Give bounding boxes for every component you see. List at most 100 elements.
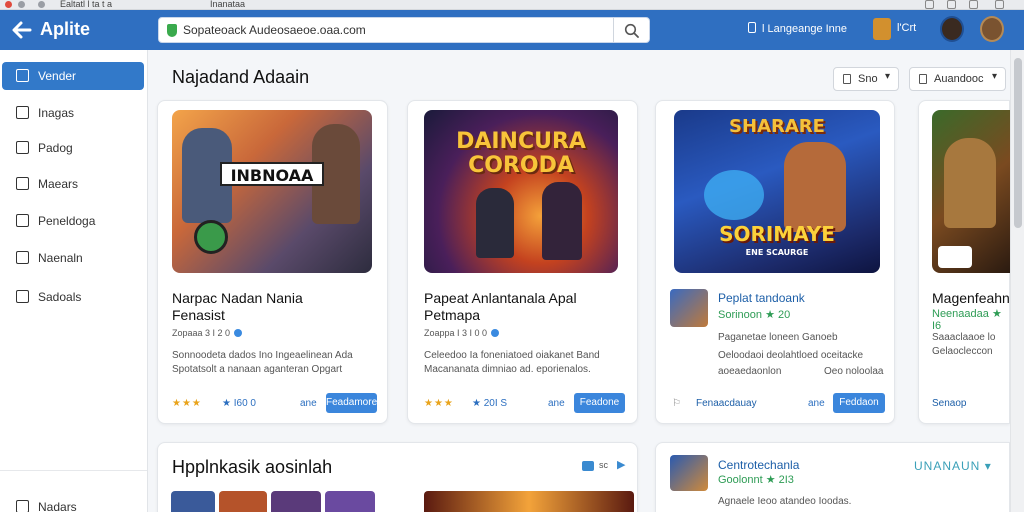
game-banner-top: SHARARE <box>729 116 825 137</box>
app-card[interactable]: DAINCURA CORODA Papeat Anlantanala Apal … <box>407 100 638 424</box>
menu-icon[interactable] <box>995 0 1004 9</box>
app-subtitle: Sorinoon ★ 20 <box>718 309 791 321</box>
section-link[interactable]: sc <box>599 460 608 470</box>
sidebar-item-vender[interactable]: Vender <box>2 62 144 90</box>
app-desc-line: Gelaocleccon <box>932 346 993 357</box>
app-artwork[interactable]: DAINCURA CORODA <box>424 110 618 273</box>
app-subtitle: Neenaadaa ★ I6 <box>932 308 1002 332</box>
read-more-button[interactable]: Feddaon <box>833 393 885 413</box>
sidebar-item-label: Sadoals <box>38 290 82 304</box>
extension-icon-2[interactable] <box>947 0 956 9</box>
extension-icon-3[interactable] <box>969 0 978 9</box>
rating-count: ★ 20I S <box>472 398 508 409</box>
app-subtitle: Goolonnt ★ 2I3 <box>718 474 794 486</box>
filter-dropdown[interactable]: Sno ▾ <box>833 67 899 91</box>
collection-panel: Hpplnkasik aosinlah sc ▶ <box>157 442 638 512</box>
size-label: ane <box>808 398 825 409</box>
install-label: UNANAUN <box>914 459 981 473</box>
list-icon <box>16 177 29 190</box>
sidebar-item-label: Vender <box>38 69 77 83</box>
scrollbar-thumb[interactable] <box>1014 58 1022 228</box>
extension-icon[interactable] <box>925 0 934 9</box>
collection-thumb[interactable] <box>219 491 267 512</box>
sidebar-item-maears[interactable]: Maears <box>2 170 144 198</box>
sidebar-item-label: Inagas <box>38 106 75 120</box>
app-card[interactable]: INBNOAA Narpac Nadan Nania Fenasist Zopa… <box>157 100 388 424</box>
reload-icon[interactable] <box>38 1 45 8</box>
app-artwork[interactable]: INBNOAA <box>172 110 372 273</box>
verified-icon <box>234 329 243 337</box>
language-selector[interactable]: l Langeange Inne <box>748 22 847 35</box>
play-icon[interactable]: ▶ <box>617 458 625 471</box>
app-subtitle: Fenasist <box>172 307 225 323</box>
back-arrow-icon[interactable] <box>10 18 34 42</box>
browser-tab-title-2[interactable]: Inanataa <box>210 0 245 9</box>
meta-text: Zoappa I 3 I 0 0 <box>424 328 488 338</box>
user-short-label[interactable]: l'Crt <box>897 22 916 34</box>
collection-thumb[interactable] <box>171 491 215 512</box>
app-title[interactable]: Centrotechanla <box>718 458 799 472</box>
app-icon[interactable] <box>670 455 708 491</box>
notification-avatar[interactable] <box>873 18 891 40</box>
sidebar-item-nadars[interactable]: Nadars <box>2 493 144 512</box>
app-meta: Zoappa I 3 I 0 0 <box>424 328 500 338</box>
app-desc-line: aoeaedaonlon <box>718 366 782 377</box>
app-title[interactable]: Magenfeahn <box>932 290 1010 307</box>
app-icon[interactable] <box>670 289 708 327</box>
collection-thumb[interactable] <box>271 491 321 512</box>
game-banner: DAINCURA CORODA <box>456 129 586 178</box>
app-title[interactable]: Peplat tandoank <box>718 291 805 305</box>
star-rating: ★★★ <box>424 398 454 409</box>
app-title[interactable]: Papeat Anlantanala Apal <box>424 290 577 307</box>
sidebar-item-label: Peneldoga <box>38 214 96 228</box>
browser-tab-title[interactable]: Ealtatl l ta t a <box>60 0 112 9</box>
verified-icon <box>491 329 500 337</box>
user-avatar[interactable] <box>940 16 964 42</box>
search-bar[interactable]: Sopateoack Audeosaeoe.oaa.com <box>158 17 650 43</box>
sidebar-item-label: Maears <box>38 177 79 191</box>
app-card[interactable]: Magenfeahn Neenaadaa ★ I6 Saaaclaaoe lo … <box>918 100 1011 424</box>
browser-chrome: Ealtatl l ta t a Inanataa <box>0 0 1024 10</box>
secure-shield-icon <box>167 24 177 37</box>
character-figure <box>784 142 846 232</box>
sidebar-item-inagas[interactable]: Inagas <box>2 99 144 127</box>
sidebar-item-peneldoga[interactable]: Peneldoga <box>2 207 144 235</box>
app-title[interactable]: Narpac Nadan Nania <box>172 290 303 307</box>
energy-blast-shape <box>704 170 764 220</box>
collection-banner[interactable] <box>424 491 634 512</box>
back-nav-icon[interactable] <box>18 1 25 8</box>
app-card[interactable]: SHARARE SORIMAYE ENE SCAURGE Peplat tand… <box>655 100 895 424</box>
sort-dropdown[interactable]: Auandooc ▾ <box>909 67 1006 91</box>
collection-thumb[interactable] <box>325 491 375 512</box>
video-icon[interactable] <box>582 461 594 471</box>
phone-icon <box>843 74 851 84</box>
character-figure <box>944 138 996 228</box>
calendar-icon <box>16 141 29 154</box>
home-icon <box>16 69 29 82</box>
search-input[interactable]: Sopateoack Audeosaeoe.oaa.com <box>183 23 366 37</box>
app-meta: Zopaaa 3 I 2 0 <box>172 328 243 338</box>
document-icon <box>16 290 29 303</box>
search-icon <box>624 23 639 38</box>
app-header: Aplite Sopateoack Audeosaeoe.oaa.com l L… <box>0 10 1024 50</box>
sidebar-item-sadoals[interactable]: Sadoals <box>2 283 144 311</box>
read-more-button[interactable]: Feadone <box>574 393 625 413</box>
app-artwork[interactable]: SHARARE SORIMAYE ENE SCAURGE <box>674 110 880 273</box>
app-desc-line: Macananata dimniao ad. eporienalos. <box>424 364 591 375</box>
close-window-icon[interactable] <box>5 1 12 8</box>
read-more-button[interactable]: Feadamore <box>326 393 377 413</box>
app-desc-line: Agnaele Ieoo atandeo Ioodas. <box>718 496 852 507</box>
app-brand[interactable]: Aplite <box>40 19 90 40</box>
developer-label: Senaop <box>932 398 966 409</box>
lock-icon <box>16 214 29 227</box>
profile-avatar[interactable] <box>980 16 1004 42</box>
search-button[interactable] <box>613 18 649 42</box>
install-dropdown[interactable]: UNANAUN ▾ <box>914 459 992 473</box>
sidebar-item-padog[interactable]: Padog <box>2 134 144 162</box>
settings-icon <box>16 500 29 512</box>
app-subtitle: Petmapa <box>424 307 481 323</box>
app-artwork[interactable] <box>932 110 1011 273</box>
size-label: ane <box>300 398 317 409</box>
sidebar-item-naenaln[interactable]: Naenaln <box>2 244 144 272</box>
scrollbar[interactable] <box>1010 50 1024 512</box>
